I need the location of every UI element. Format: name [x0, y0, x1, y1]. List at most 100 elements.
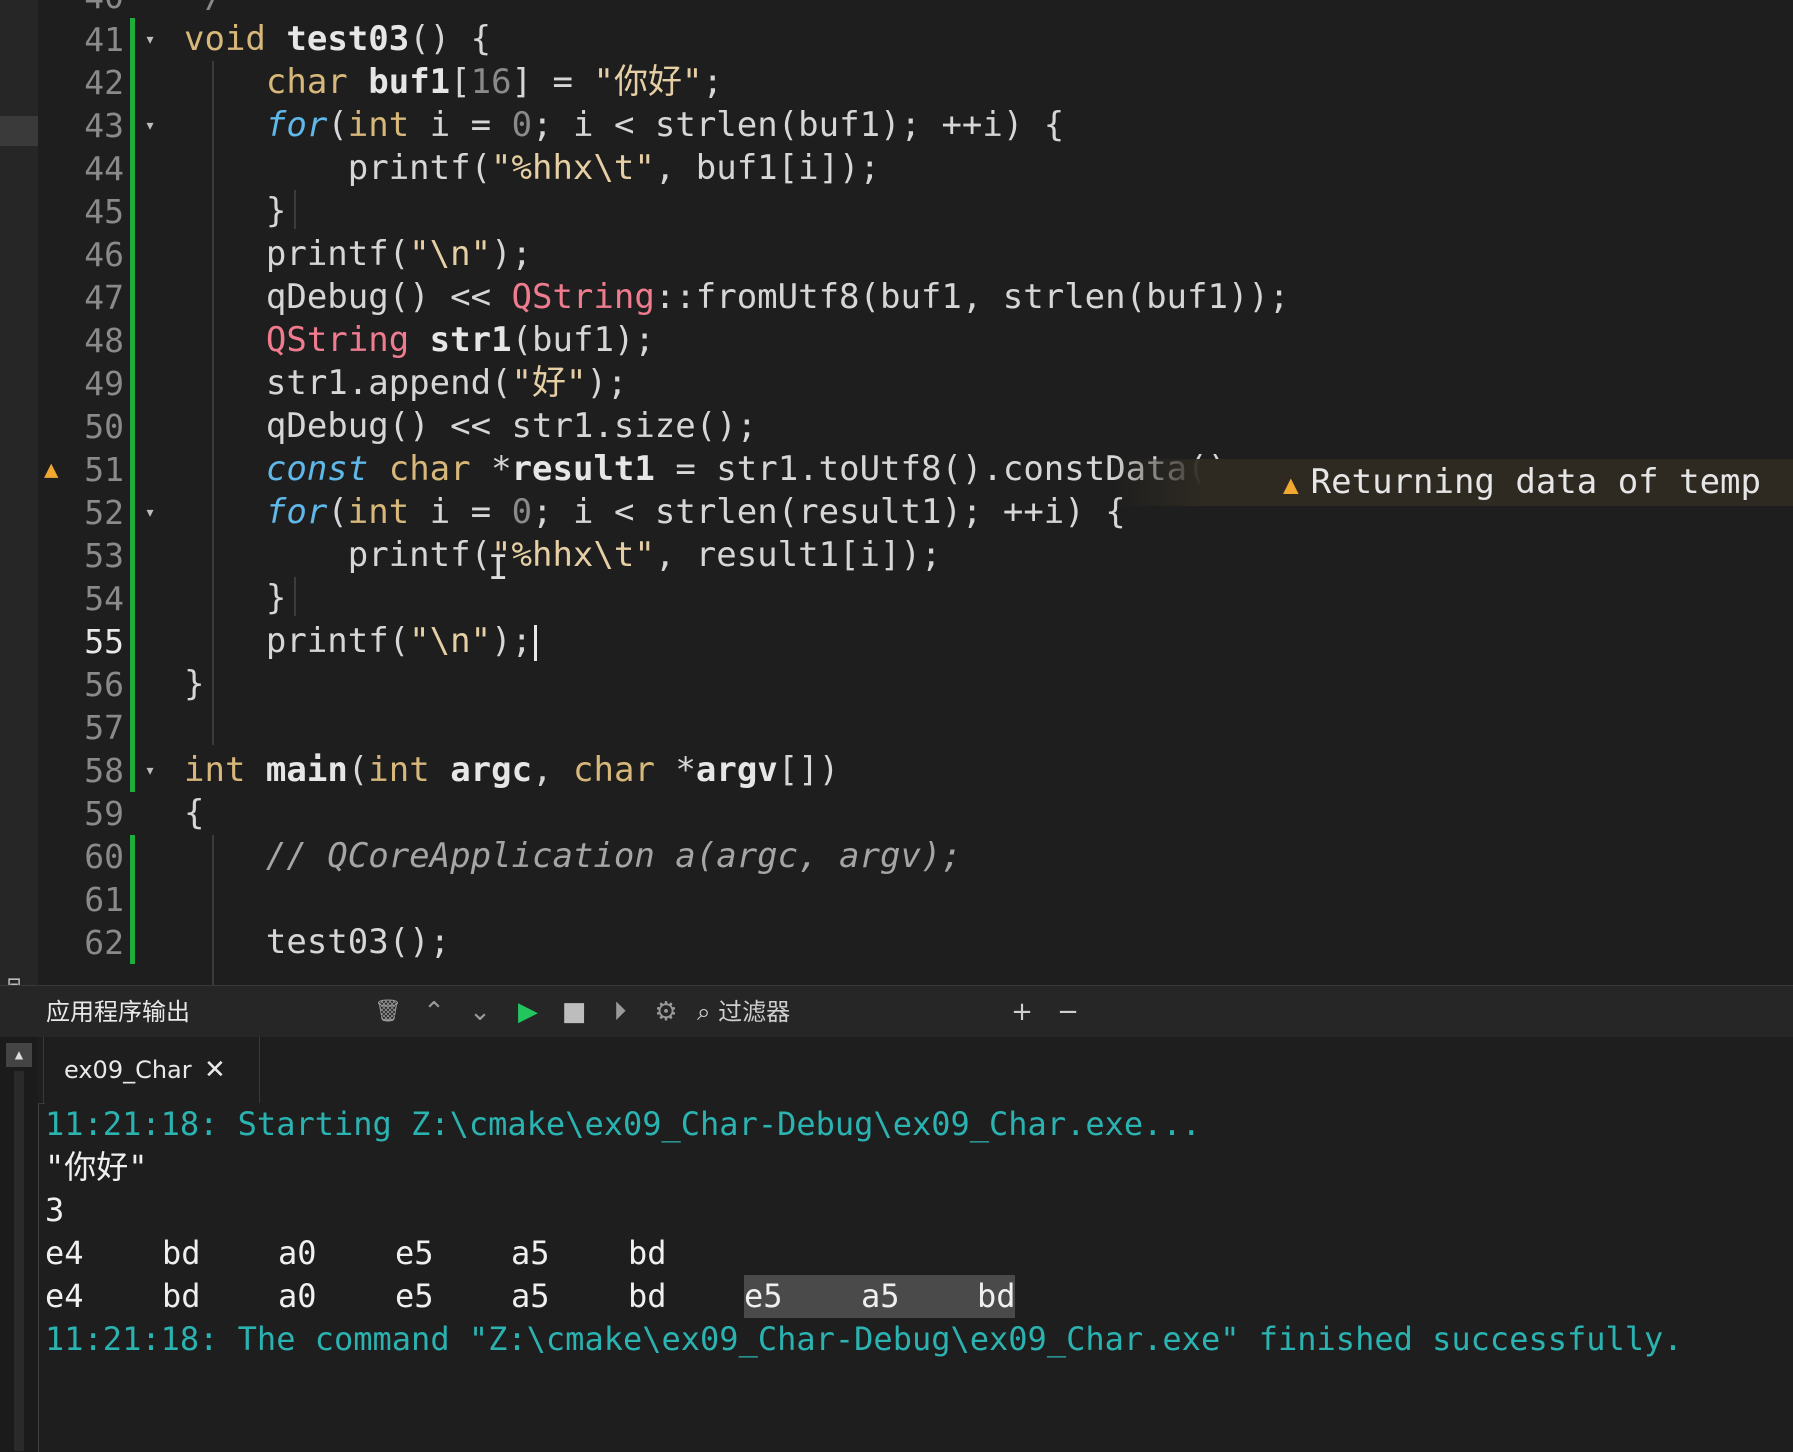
filter-field[interactable]: ⌕ 过滤器 — [697, 986, 790, 1038]
hex-byte: bd — [162, 1234, 201, 1272]
hex-byte: e5 — [395, 1277, 434, 1315]
line-number: 55 — [84, 622, 124, 661]
line-number: 42 — [84, 63, 124, 102]
change-indicator — [130, 835, 135, 964]
indent-guide — [294, 577, 296, 616]
code-editor[interactable]: 4041▾4243▾4445464748495051▲52▾5354555657… — [38, 0, 1793, 985]
code-line: QString str1(buf1); — [265, 320, 655, 360]
hex-byte: e4 — [45, 1277, 84, 1315]
code-line: str1.append("好"); — [184, 363, 628, 403]
chevron-down-icon[interactable]: ▾ — [140, 18, 160, 61]
line-number: 58 — [84, 751, 124, 790]
code-line: */ — [184, 0, 225, 18]
inline-warning[interactable]: ▲ Returning data of temp — [1113, 459, 1793, 506]
hex-byte: bd — [628, 1277, 667, 1315]
line-number: 40 — [38, 0, 124, 18]
code-line: qDebug() << QString::fromUtf8(buf1, strl… — [184, 277, 1290, 317]
code-line: void test03() { — [184, 19, 492, 59]
hex-byte: a0 — [278, 1234, 317, 1272]
line-number: 46 — [84, 235, 124, 274]
line-number: 44 — [84, 149, 124, 188]
zoom-in-icon[interactable]: + — [1004, 986, 1040, 1038]
line-number: 49 — [84, 364, 124, 403]
code-line: } — [184, 191, 287, 231]
output-hex-row: e4 bd a0 e5 a5 bd e5 a5 bd — [45, 1275, 1245, 1318]
run-icon[interactable]: ▶ — [510, 986, 546, 1038]
indent-guide — [212, 835, 214, 985]
code-line: for(int i = 0; i < strlen(buf1); ++i) { — [265, 105, 1065, 145]
filter-label: 过滤器 — [718, 998, 791, 1026]
chevron-down-icon[interactable]: ▾ — [140, 491, 160, 534]
code-line: } — [184, 664, 205, 704]
code-line: printf("%hhx\t", result1[i]); — [184, 535, 942, 575]
pane-title: 应用程序输出 — [46, 998, 190, 1026]
line-number-gutter: 4041▾4243▾4445464748495051▲52▾5354555657… — [38, 0, 155, 985]
line-number: 59 — [84, 794, 124, 833]
output-finish-line: 11:21:18: The command "Z:\cmake\ex09_Cha… — [45, 1320, 1683, 1358]
text-caret — [534, 624, 538, 661]
hex-byte: a5 — [511, 1234, 550, 1272]
output-scrollbar[interactable]: ▲ — [0, 1037, 39, 1452]
line-number: 41 — [84, 20, 124, 59]
change-indicator — [130, 18, 135, 792]
line-number: 50 — [84, 407, 124, 446]
prev-icon[interactable]: ⌃ — [416, 986, 452, 1038]
zoom-out-icon[interactable]: − — [1050, 986, 1086, 1038]
sidebar-handle[interactable] — [0, 116, 38, 146]
application-output[interactable]: 11:21:18: Starting Z:\cmake\ex09_Char-De… — [45, 1103, 1793, 1452]
close-icon[interactable]: ✕ — [204, 1037, 226, 1103]
hex-byte: e5 — [395, 1234, 434, 1272]
warning-triangle-icon: ▲ — [1283, 470, 1299, 500]
line-number: 53 — [84, 536, 124, 575]
output-hex-row: e4 bd a0 e5 a5 bd — [45, 1232, 1245, 1275]
line-number: 52 — [84, 493, 124, 532]
line-number: 54 — [84, 579, 124, 618]
attach-icon[interactable]: ⏵ — [602, 986, 638, 1038]
line-number: 57 — [84, 708, 124, 747]
search-icon: ⌕ — [697, 998, 711, 1026]
code-line: qDebug() << str1.size(); — [184, 406, 758, 446]
code-line: const char *result1 = str1.toUtf8().cons… — [265, 449, 1249, 489]
output-debug-line: "你好" — [45, 1148, 148, 1186]
line-number: 60 — [84, 837, 124, 876]
indent-guide — [294, 190, 296, 229]
code-line: printf("\n"); — [184, 620, 538, 663]
code-line: for(int i = 0; i < strlen(result1); ++i)… — [265, 492, 1126, 532]
clear-icon[interactable]: 🗑 — [370, 986, 406, 1038]
settings-icon[interactable]: ⚙ — [648, 986, 684, 1038]
hex-byte: bd — [162, 1277, 201, 1315]
line-number: 61 — [84, 880, 124, 919]
line-number: 48 — [84, 321, 124, 360]
hex-byte: bd — [977, 1275, 1016, 1318]
output-size-line: 3 — [45, 1191, 65, 1229]
indent-guide — [212, 61, 214, 745]
line-number: 43 — [84, 106, 124, 145]
hex-byte: e4 — [45, 1234, 84, 1272]
warning-triangle-icon[interactable]: ▲ — [44, 448, 70, 491]
code-line: test03(); — [184, 922, 451, 962]
line-number: 47 — [84, 278, 124, 317]
scroll-up-icon[interactable]: ▲ — [6, 1043, 32, 1067]
chevron-down-icon[interactable]: ▾ — [140, 749, 160, 792]
text-cursor-icon: I — [488, 548, 509, 588]
hex-byte: a5 — [861, 1275, 978, 1318]
hex-byte: e5 — [744, 1275, 861, 1318]
output-tab-bar: ex09_Char ✕ — [38, 1037, 1793, 1104]
stop-icon[interactable]: ■ — [556, 986, 592, 1038]
line-number: 62 — [84, 923, 124, 962]
hex-byte: bd — [628, 1234, 667, 1272]
line-number: 56 — [84, 665, 124, 704]
tab-ex09-char[interactable]: ex09_Char ✕ — [43, 1037, 260, 1103]
chevron-down-icon[interactable]: ▾ — [140, 104, 160, 147]
output-start-line: 11:21:18: Starting Z:\cmake\ex09_Char-De… — [45, 1105, 1201, 1143]
hex-byte: a0 — [278, 1277, 317, 1315]
tab-label: ex09_Char — [64, 1056, 192, 1084]
code-line: printf("%hhx\t", buf1[i]); — [184, 148, 880, 188]
code-line: char buf1[16] = "你好"; — [265, 62, 723, 102]
code-line: printf("\n"); — [184, 234, 533, 274]
line-number: 45 — [84, 192, 124, 231]
next-icon[interactable]: ⌄ — [462, 986, 498, 1038]
warning-text: Returning data of temp — [1310, 462, 1761, 502]
code-line: } — [184, 578, 287, 618]
left-sidebar-strip — [0, 0, 39, 985]
